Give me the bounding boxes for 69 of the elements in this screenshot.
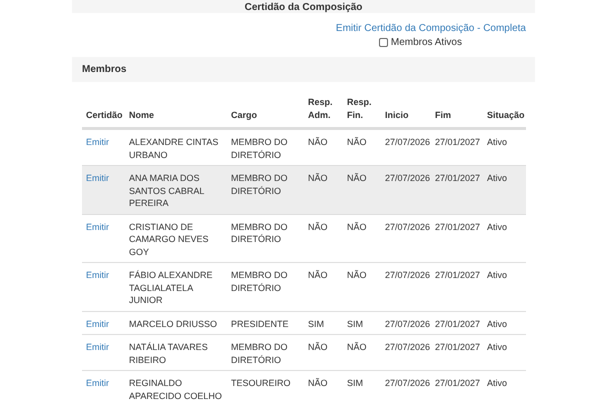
table-cell: NÃO — [308, 222, 328, 232]
table-cell: 27/01/2027 — [435, 270, 480, 280]
table-cell: Ativo — [487, 342, 508, 352]
panel-title: Certidão da Composição — [244, 2, 362, 13]
table-cell: 27/07/2026 — [385, 342, 430, 352]
issue-link[interactable]: Emitir — [86, 270, 109, 280]
section-title: Membros — [82, 63, 126, 77]
table-cell: NATÁLIA TAVARES RIBEIRO — [129, 342, 208, 364]
table-cell: 27/01/2027 — [435, 378, 480, 388]
table-cell: MEMBRO DO DIRETÓRIO — [231, 137, 288, 160]
table-cell: NÃO — [347, 222, 367, 232]
issue-link[interactable]: Emitir — [86, 173, 109, 183]
table-cell: MEMBRO DO DIRETÓRIO — [231, 173, 288, 196]
table-cell: NÃO — [308, 378, 328, 388]
column-header: Fim — [435, 110, 452, 120]
table-cell: 27/01/2027 — [435, 222, 480, 232]
column-header: Nome — [129, 110, 154, 120]
table-cell: MEMBRO DO DIRETÓRIO — [231, 222, 288, 244]
table-cell: NÃO — [347, 270, 367, 280]
table-cell: SIM — [308, 318, 324, 328]
table-cell: REGINALDO APARECIDO COELHO — [129, 378, 222, 400]
table-cell: NÃO — [347, 342, 367, 352]
table-cell: NÃO — [308, 270, 328, 280]
column-header: Situação — [487, 110, 525, 120]
column-header: Cargo — [231, 110, 258, 120]
table-cell: CRISTIANO DE CAMARGO NEVES GOY — [129, 222, 209, 256]
table-cell: MEMBRO DO DIRETÓRIO — [231, 270, 288, 292]
table-cell: Ativo — [487, 222, 508, 232]
table-cell: NÃO — [347, 137, 367, 147]
table-cell: 27/07/2026 — [385, 137, 430, 147]
table-cell: NÃO — [308, 137, 328, 147]
table-cell: Ativo — [487, 137, 508, 147]
table-cell: NÃO — [308, 173, 328, 183]
table-cell: NÃO — [308, 342, 328, 352]
table-cell: MARCELO DRIUSSO — [129, 318, 218, 328]
table-cell: PRESIDENTE — [231, 318, 289, 328]
table-cell: 27/01/2027 — [435, 173, 480, 183]
table-cell: 27/07/2026 — [385, 318, 430, 328]
table-cell: ANA MARIA DOS SANTOS CABRAL PEREIRA — [129, 173, 204, 208]
table-cell: Ativo — [487, 318, 508, 328]
column-header: Resp. Fin. — [347, 97, 372, 120]
checkbox-label: Membros Ativos — [390, 36, 462, 49]
complete-certificate-link[interactable]: Emitir Certidão da Composição - Completa — [336, 22, 526, 35]
table-cell: 27/07/2026 — [385, 222, 430, 232]
column-header: Inicio — [385, 110, 409, 120]
table-cell: Ativo — [487, 270, 508, 280]
table-cell: 27/07/2026 — [385, 378, 430, 388]
table-cell: SIM — [347, 378, 364, 388]
table-cell: SIM — [347, 318, 364, 328]
table-cell: 27/07/2026 — [385, 270, 430, 280]
table-cell: MEMBRO DO DIRETÓRIO — [231, 342, 288, 364]
table-cell: 27/01/2027 — [435, 342, 480, 352]
table-cell: 27/01/2027 — [435, 318, 480, 328]
table-cell: Ativo — [487, 378, 508, 388]
checkbox[interactable] — [378, 38, 388, 47]
column-header: Resp. Adm. — [308, 97, 333, 120]
table-cell: NÃO — [347, 173, 367, 183]
issue-link[interactable]: Emitir — [86, 222, 109, 232]
issue-link[interactable]: Emitir — [86, 137, 109, 147]
table-cell: 27/07/2026 — [385, 173, 430, 183]
table-cell: ALEXANDRE CINTAS URBANO — [129, 137, 218, 160]
table-cell: 27/01/2027 — [435, 137, 480, 147]
table-cell: TESOUREIRO — [231, 378, 291, 388]
table-cell: FÁBIO ALEXANDRE TAGLIALATELA JUNIOR — [129, 270, 213, 305]
issue-link[interactable]: Emitir — [86, 342, 109, 352]
issue-link[interactable]: Emitir — [86, 318, 109, 328]
column-header: Certidão — [86, 110, 123, 120]
issue-link[interactable]: Emitir — [86, 378, 109, 388]
table-cell: Ativo — [487, 173, 508, 183]
